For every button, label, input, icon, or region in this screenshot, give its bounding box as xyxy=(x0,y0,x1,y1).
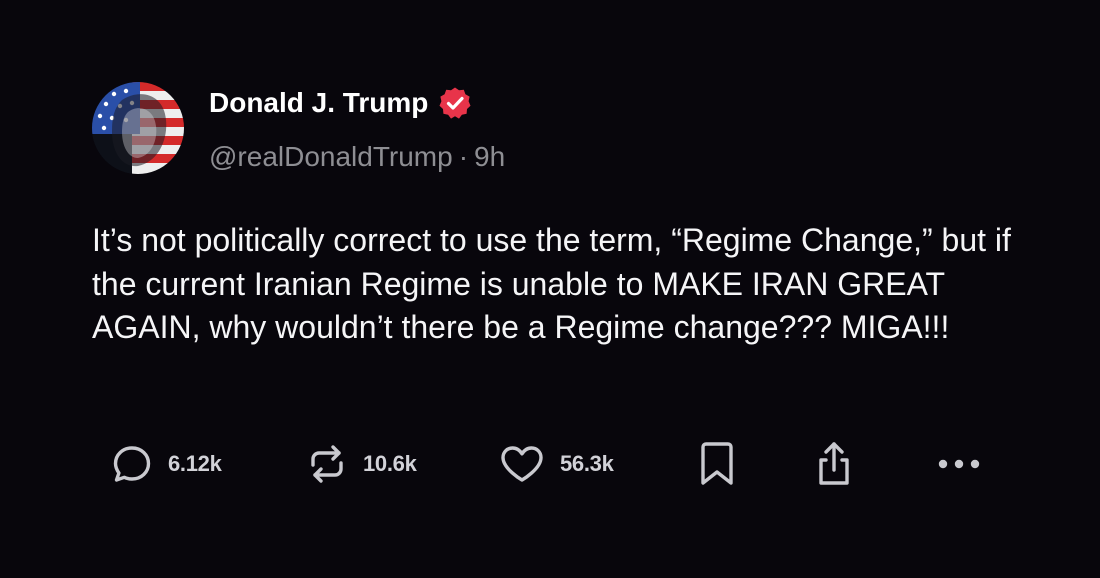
more-options-button[interactable] xyxy=(936,436,982,492)
share-button[interactable] xyxy=(812,436,856,492)
verified-badge-icon xyxy=(438,86,472,120)
avatar-image xyxy=(92,82,184,174)
bookmark-button[interactable] xyxy=(697,436,737,492)
like-icon xyxy=(501,446,543,482)
like-count: 56.3k xyxy=(560,451,614,476)
display-name[interactable]: Donald J. Trump xyxy=(209,83,428,123)
repost-count: 10.6k xyxy=(363,451,417,476)
timestamp[interactable]: 9h xyxy=(474,141,505,172)
meta-separator: · xyxy=(458,141,469,172)
post-text: It’s not politically correct to use the … xyxy=(92,222,1011,345)
like-button[interactable]: 56.3k xyxy=(498,436,614,492)
repost-icon xyxy=(311,445,343,483)
reply-button[interactable]: 6.12k xyxy=(110,436,222,492)
reply-icon xyxy=(113,446,151,482)
display-name-row[interactable]: Donald J. Trump xyxy=(209,83,472,123)
handle[interactable]: @realDonaldTrump xyxy=(209,141,453,172)
post-meta: @realDonaldTrump · 9h xyxy=(209,139,505,175)
more-icon xyxy=(938,459,980,469)
action-bar: 6.12k 10.6k 56.3k xyxy=(0,436,1100,492)
bookmark-icon xyxy=(701,442,733,485)
avatar[interactable] xyxy=(92,82,184,174)
post-card: Donald J. Trump @realDonaldTrump · 9h It’s… xyxy=(0,0,1100,578)
reply-count: 6.12k xyxy=(168,451,222,476)
share-icon xyxy=(819,442,849,485)
repost-button[interactable]: 10.6k xyxy=(305,436,417,492)
